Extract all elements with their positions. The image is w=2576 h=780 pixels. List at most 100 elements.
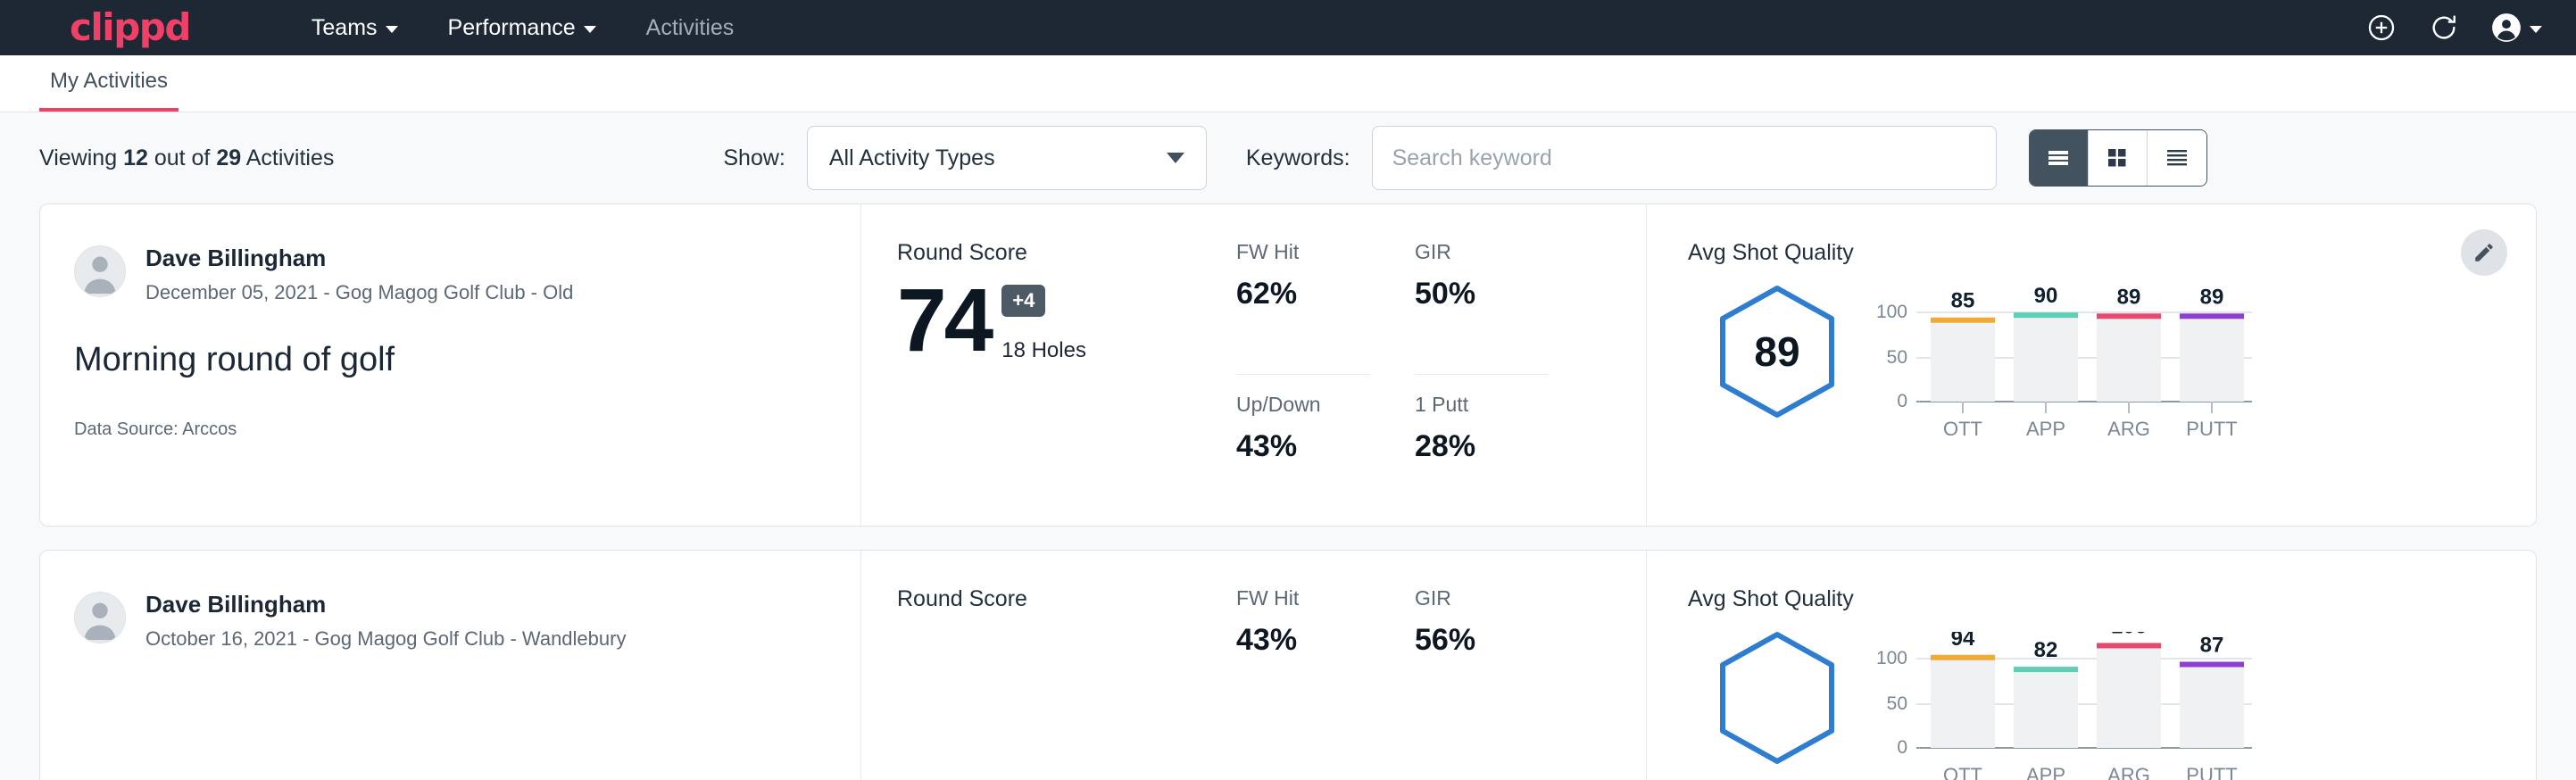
stat-gir: GIR 50%: [1415, 240, 1549, 375]
viewing-suffix: Activities: [246, 145, 335, 170]
stat-label: Up/Down: [1236, 393, 1370, 417]
view-mode-grid-button[interactable]: [2089, 130, 2148, 186]
stat-label: FW Hit: [1236, 586, 1370, 610]
activity-meta: December 05, 2021 - Gog Magog Golf Club …: [145, 281, 573, 304]
view-mode-compact-button[interactable]: [2148, 130, 2206, 186]
filter-toolbar: Viewing 12 out of 29 Activities Show: Al…: [39, 112, 2537, 203]
bar-value-arg: 106: [2111, 632, 2147, 638]
chevron-down-icon: [1167, 153, 1184, 163]
stat-gir: GIR 56%: [1415, 586, 1549, 780]
player-name: Dave Billingham: [145, 244, 573, 273]
activity-title: Morning round of golf: [74, 340, 825, 381]
bar-category-arg: ARG: [2107, 418, 2150, 440]
search-input[interactable]: [1372, 126, 1997, 190]
y-tick-0: 0: [1897, 737, 1907, 758]
avg-shot-quality-hex: [1688, 621, 1866, 766]
avatar: [74, 245, 126, 297]
round-score-block: Round Score: [897, 586, 1236, 780]
stat-value: 43%: [1236, 429, 1370, 464]
bar-value-app: 82: [2034, 638, 2058, 662]
compact-view-icon: [2164, 145, 2190, 170]
activity-card[interactable]: Dave Billingham October 16, 2021 - Gog M…: [39, 550, 2537, 780]
refresh-icon[interactable]: [2428, 12, 2460, 44]
bar-category-putt: PUTT: [2186, 418, 2237, 440]
activity-scores: Round Score FW Hit 43% GIR 56%: [861, 551, 1647, 780]
viewing-count: 12: [123, 145, 148, 170]
navbar-actions: [2365, 12, 2542, 44]
nav-item-performance-label: Performance: [448, 15, 576, 41]
nav-item-performance[interactable]: Performance: [423, 15, 621, 41]
score-differential-badge: +4: [1001, 285, 1045, 317]
avg-shot-quality-label: Avg Shot Quality: [1688, 586, 2536, 612]
tab-my-activities[interactable]: My Activities: [39, 69, 179, 112]
show-label: Show:: [723, 145, 785, 171]
view-mode-list-button[interactable]: [2030, 130, 2089, 186]
bar-value-putt: 87: [2200, 634, 2224, 658]
page-content: Viewing 12 out of 29 Activities Show: Al…: [0, 112, 2576, 780]
bar-category-ott: OTT: [1943, 418, 1982, 440]
viewing-prefix: Viewing: [39, 145, 117, 170]
stat-value: 50%: [1415, 277, 1549, 311]
top-navbar: clippd Teams Performance Activities: [0, 0, 2576, 55]
stat-value: 43%: [1236, 623, 1370, 658]
app-logo[interactable]: clippd: [70, 9, 190, 46]
bar-category-app: APP: [2026, 418, 2065, 440]
activity-summary: Dave Billingham October 16, 2021 - Gog M…: [40, 551, 861, 780]
nav-item-activities-label: Activities: [646, 15, 735, 41]
activity-meta: October 16, 2021 - Gog Magog Golf Club -…: [145, 627, 626, 651]
viewing-middle: out of: [154, 145, 211, 170]
edit-activity-button[interactable]: [2461, 229, 2507, 276]
avg-shot-quality-panel: Avg Shot Quality 89 100 50 0: [1647, 204, 2536, 526]
chevron-down-icon: [386, 26, 398, 33]
primary-nav: Teams Performance Activities: [287, 15, 759, 41]
grid-view-icon: [2104, 145, 2131, 170]
y-tick-0: 0: [1897, 391, 1907, 411]
y-tick-50: 50: [1887, 693, 1907, 714]
shot-quality-bar-chart: 100 50 0 94 OTT 82 APP: [1877, 621, 2261, 780]
round-score-value: 74: [897, 278, 991, 363]
stat-1-putt: 1 Putt 28%: [1415, 393, 1549, 527]
activity-card[interactable]: Dave Billingham December 05, 2021 - Gog …: [39, 203, 2537, 527]
bar-category-app: APP: [2026, 764, 2065, 780]
holes-played: 18 Holes: [1001, 338, 1086, 363]
keywords-label: Keywords:: [1246, 145, 1350, 171]
bar-category-ott: OTT: [1943, 764, 1982, 780]
bar-value-putt: 89: [2200, 286, 2224, 309]
nav-item-teams[interactable]: Teams: [287, 15, 423, 41]
avg-shot-quality-hex: 89: [1688, 275, 1866, 419]
nav-item-activities[interactable]: Activities: [621, 15, 760, 41]
stat-label: 1 Putt: [1415, 393, 1549, 417]
round-score-label: Round Score: [897, 240, 1236, 266]
nav-item-teams-label: Teams: [312, 15, 378, 41]
viewing-summary: Viewing 12 out of 29 Activities: [39, 145, 334, 171]
stat-label: GIR: [1415, 240, 1549, 264]
avg-shot-quality-panel: Avg Shot Quality 100 50 0: [1647, 551, 2536, 780]
player-name: Dave Billingham: [145, 590, 626, 619]
round-stats: FW Hit 43% GIR 56%: [1236, 586, 1549, 780]
activity-author: Dave Billingham October 16, 2021 - Gog M…: [74, 590, 825, 651]
stat-value: 56%: [1415, 623, 1549, 658]
add-circle-icon[interactable]: [2365, 12, 2397, 44]
account-menu[interactable]: [2490, 12, 2542, 44]
round-stats: FW Hit 62% GIR 50% Up/Down 43% 1 Putt 28…: [1236, 240, 1549, 526]
activity-scores: Round Score 74 +4 18 Holes FW Hit 62% GI…: [861, 204, 1647, 526]
shot-quality-bar-chart: 100 50 0 85 OTT: [1877, 275, 2261, 446]
round-score-label: Round Score: [897, 586, 1236, 612]
stat-up-down: Up/Down 43%: [1236, 393, 1370, 527]
bar-category-arg: ARG: [2107, 764, 2150, 780]
round-score-block: Round Score 74 +4 18 Holes: [897, 240, 1236, 526]
avatar: [74, 592, 126, 643]
avg-shot-quality-value: 89: [1754, 328, 1799, 376]
activity-type-select[interactable]: All Activity Types: [807, 126, 1207, 190]
stat-value: 28%: [1415, 429, 1549, 464]
bar-value-app: 90: [2034, 286, 2058, 308]
chevron-down-icon: [2530, 26, 2542, 33]
y-tick-100: 100: [1877, 648, 1907, 668]
activity-type-value: All Activity Types: [829, 145, 995, 171]
activity-summary: Dave Billingham December 05, 2021 - Gog …: [40, 204, 861, 526]
bar-value-ott: 85: [1951, 289, 1975, 313]
data-source: Data Source: Arccos: [74, 419, 825, 440]
pencil-icon: [2472, 241, 2496, 264]
stat-fw-hit: FW Hit 62%: [1236, 240, 1370, 375]
stat-label: GIR: [1415, 586, 1549, 610]
